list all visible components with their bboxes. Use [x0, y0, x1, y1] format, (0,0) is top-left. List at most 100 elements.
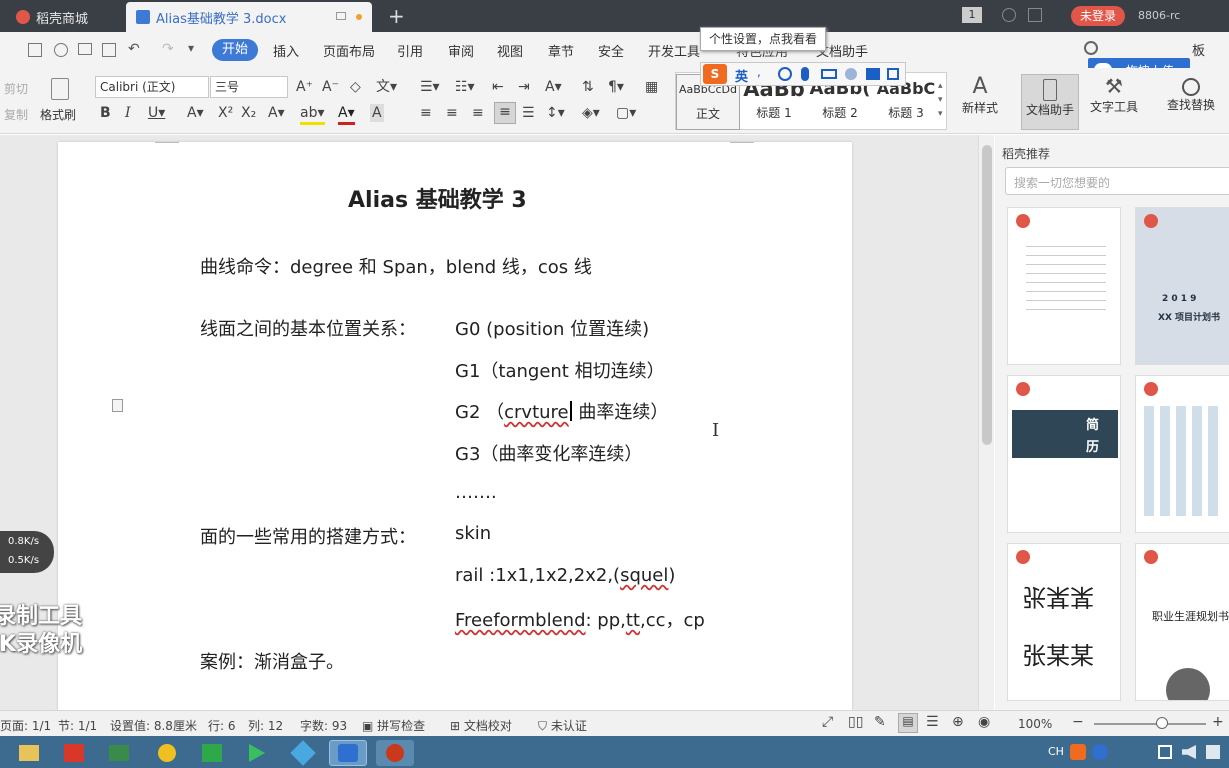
scrollbar-thumb[interactable]: [982, 145, 992, 445]
grow-font-icon[interactable]: A⁺: [296, 78, 313, 96]
tray-volume-icon[interactable]: [1182, 745, 1196, 759]
template-thumb-project-plan[interactable]: 2 0 1 9 XX 项目计划书: [1135, 207, 1229, 365]
emoji-icon[interactable]: [778, 67, 792, 81]
outdent-icon[interactable]: ⇤: [492, 78, 504, 96]
tab-view[interactable]: 视图: [497, 41, 523, 60]
tab-home[interactable]: 开始: [212, 39, 258, 61]
tab-docer-store[interactable]: 稻壳商城: [6, 2, 122, 32]
skin-shirt-icon[interactable]: [866, 68, 880, 80]
punctuation-icon[interactable]: ,: [757, 65, 761, 79]
misspelled-word[interactable]: squel: [620, 565, 668, 586]
phonetic-icon[interactable]: 文▾: [376, 78, 397, 96]
template-search-field[interactable]: 搜索一切您想要的: [1005, 167, 1229, 195]
ime-lang-toggle[interactable]: 英: [735, 66, 748, 85]
pane-title[interactable]: 稻壳推荐: [1002, 145, 1050, 162]
misspelled-word[interactable]: Freeformblend: [455, 610, 586, 631]
status-page[interactable]: 页面: 1/1: [0, 717, 51, 734]
read-mode-icon[interactable]: ▯▯: [848, 714, 863, 730]
voice-icon[interactable]: [801, 67, 809, 81]
zoom-slider[interactable]: [1094, 723, 1206, 725]
wps-writer-icon[interactable]: [329, 740, 367, 766]
font-name-select[interactable]: Calibri (正文): [95, 76, 209, 98]
subscript-icon[interactable]: X₂: [241, 104, 256, 122]
sort-icon[interactable]: ⇅: [582, 78, 594, 96]
fullscreen-icon[interactable]: ⤢: [822, 714, 833, 730]
justify-icon[interactable]: ≡: [494, 102, 516, 124]
text-effect-icon[interactable]: A▾: [268, 104, 285, 122]
computer-icon[interactable]: [100, 740, 138, 766]
zoom-out-icon[interactable]: −: [1072, 714, 1084, 730]
document-scrollbar[interactable]: [978, 135, 994, 710]
zoom-slider-thumb[interactable]: [1156, 717, 1168, 729]
find-replace-button[interactable]: 查找替换: [1160, 74, 1222, 130]
tray-network-icon[interactable]: [1158, 745, 1172, 759]
tab-review[interactable]: 审阅: [448, 41, 474, 60]
print-preview-icon[interactable]: [102, 43, 116, 57]
toolbox-icon[interactable]: [887, 68, 899, 80]
show-marks-icon[interactable]: ¶▾: [608, 78, 624, 96]
restore-icon[interactable]: [1028, 8, 1042, 22]
align-left-icon[interactable]: ≡: [420, 104, 432, 122]
tab-references[interactable]: 引用: [397, 41, 423, 60]
font-size-select[interactable]: 三号: [210, 76, 288, 98]
misspelled-word[interactable]: crvture: [504, 402, 569, 423]
export-icon[interactable]: [54, 43, 68, 57]
page-view-icon[interactable]: ▤: [898, 713, 918, 733]
proofread-button[interactable]: ⊞ 文档校对: [450, 717, 512, 734]
tray-lang[interactable]: CH: [1048, 745, 1064, 758]
outline-view-icon[interactable]: ☰: [926, 714, 939, 730]
superscript-icon[interactable]: X²: [218, 104, 233, 122]
tray-help-icon[interactable]: [1092, 744, 1108, 760]
tab-security[interactable]: 安全: [598, 41, 624, 60]
undo-icon[interactable]: ↶: [128, 41, 140, 57]
template-thumb-org-chart[interactable]: [1135, 375, 1229, 533]
underline-icon[interactable]: U▾: [148, 104, 165, 122]
print-icon[interactable]: [78, 43, 92, 55]
template-thumb-resume[interactable]: 简 历: [1007, 375, 1121, 533]
redo-icon[interactable]: ↷: [162, 41, 174, 57]
media-player-icon[interactable]: [238, 740, 276, 766]
window-count-badge[interactable]: 1: [962, 7, 982, 23]
sogou-logo-icon[interactable]: S: [703, 64, 727, 84]
char-shading-icon[interactable]: A: [370, 104, 384, 122]
sheet-app-icon[interactable]: [193, 740, 231, 766]
template-thumb-name-card[interactable]: 张某某 张某某: [1007, 543, 1121, 701]
new-style-button[interactable]: A 新样式: [955, 74, 1005, 130]
misspelled-word[interactable]: tt: [626, 610, 640, 631]
font-color-icon[interactable]: A▾: [338, 104, 355, 125]
skin-icon[interactable]: [1002, 8, 1016, 22]
tab-document[interactable]: Alias基础教学 3.docx: [126, 2, 372, 32]
style-gallery-scroll-icon[interactable]: ▴ ▾ ▾: [938, 79, 943, 121]
distribute-icon[interactable]: ☰: [522, 104, 535, 122]
doc-assistant-button[interactable]: 文档助手: [1021, 74, 1079, 130]
spell-check-button[interactable]: ▣ 拼写检查: [362, 717, 425, 734]
format-brush-button[interactable]: 格式刷: [40, 74, 80, 130]
app-red-icon[interactable]: [55, 740, 93, 766]
tools-icon[interactable]: [845, 68, 857, 80]
keyboard-icon[interactable]: [821, 69, 837, 79]
shading-icon[interactable]: ◈▾: [582, 104, 600, 122]
recorder-app-icon[interactable]: [376, 740, 414, 766]
status-word-count[interactable]: 字数: 93: [300, 717, 347, 734]
clear-format-icon[interactable]: ◇: [350, 78, 361, 96]
browser-icon[interactable]: [148, 740, 186, 766]
cut-button[interactable]: 剪切: [4, 80, 28, 97]
text-tools-button[interactable]: ⚒ 文字工具: [1083, 74, 1145, 130]
cube-app-icon[interactable]: [284, 740, 322, 766]
table-layout-icon[interactable]: ▦: [645, 78, 658, 96]
web-view-icon[interactable]: ⊕: [952, 714, 964, 730]
borders-icon[interactable]: ▢▾: [616, 104, 636, 122]
paragraph-marker-icon[interactable]: [112, 399, 123, 412]
tray-flag-icon[interactable]: [1206, 745, 1220, 759]
tab-board[interactable]: 板: [1192, 40, 1205, 59]
zoom-level[interactable]: 100%: [1018, 717, 1052, 731]
bullets-icon[interactable]: ☰▾: [420, 78, 440, 96]
tab-developer[interactable]: 开发工具: [648, 41, 700, 60]
template-thumb-form[interactable]: [1007, 207, 1121, 365]
cert-status[interactable]: ⛉ 未认证: [538, 717, 587, 734]
monitor-icon[interactable]: [336, 12, 346, 20]
tab-insert[interactable]: 插入: [273, 41, 299, 60]
chinese-layout-icon[interactable]: A▾: [545, 78, 562, 96]
search-icon[interactable]: [1084, 41, 1098, 55]
line-spacing-icon[interactable]: ↕▾: [546, 104, 565, 122]
